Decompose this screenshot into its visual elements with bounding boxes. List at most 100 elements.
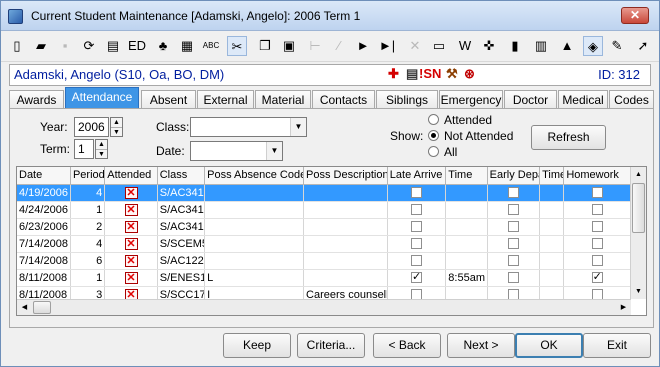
column-header[interactable]: Attended — [104, 167, 158, 185]
table-cell[interactable]: ✕ — [104, 235, 158, 253]
term-spinner[interactable]: ▲ ▼ — [95, 139, 108, 159]
copy-icon[interactable]: ❐ — [255, 36, 275, 56]
table-cell[interactable]: L — [204, 269, 305, 287]
table-cell[interactable] — [563, 184, 631, 202]
column-header[interactable]: Poss Description — [303, 167, 388, 185]
table-cell[interactable]: 6/23/2006 — [17, 218, 71, 236]
table-cell[interactable] — [387, 269, 447, 287]
year-field[interactable]: 2006 — [74, 117, 109, 137]
table-row[interactable]: 4/19/2006 4 ✕ S/AC341 — [17, 184, 631, 202]
radio-circle[interactable] — [428, 114, 439, 125]
table-cell[interactable]: 2 — [70, 218, 106, 236]
table-cell[interactable] — [303, 269, 388, 287]
table-cell[interactable] — [204, 201, 305, 219]
table-cell[interactable] — [539, 252, 565, 270]
late-arrive-checkbox[interactable] — [411, 238, 423, 250]
table-row[interactable]: 6/23/2006 2 ✕ S/AC341 — [17, 218, 631, 236]
column-header[interactable]: Homework — [563, 167, 631, 185]
radio-circle[interactable] — [428, 130, 439, 141]
table-cell[interactable] — [387, 235, 447, 253]
delete-icon[interactable]: ✕ — [405, 36, 425, 56]
cut-icon[interactable]: ✂ — [227, 36, 247, 56]
table-cell[interactable] — [303, 252, 388, 270]
table-cell[interactable]: S/SCEM5 — [157, 235, 206, 253]
table-cell[interactable] — [563, 252, 631, 270]
table-cell[interactable]: 1 — [70, 201, 106, 219]
table-cell[interactable] — [539, 201, 565, 219]
homework-checkbox[interactable] — [591, 187, 603, 199]
early-depart-checkbox[interactable] — [507, 255, 519, 267]
tab-siblings[interactable]: Siblings — [376, 90, 438, 109]
scroll-down-icon[interactable]: ▼ — [631, 284, 646, 299]
table-cell[interactable] — [539, 184, 565, 202]
chevron-down-icon[interactable]: ▼ — [290, 118, 306, 136]
table-cell[interactable] — [445, 184, 488, 202]
tab-contacts[interactable]: Contacts — [312, 90, 375, 109]
edit-icon[interactable]: ✎ — [607, 36, 627, 56]
clipboard-icon[interactable]: ▮ — [505, 36, 525, 56]
table-cell[interactable]: S/AC341 — [157, 218, 206, 236]
table-cell[interactable]: S/AC341 — [157, 184, 206, 202]
barcode-icon[interactable]: ▥ — [531, 36, 551, 56]
table-cell[interactable] — [563, 235, 631, 253]
prev-icon[interactable]: ∕ — [329, 36, 349, 56]
column-header[interactable]: Late Arrive — [387, 167, 447, 185]
table-cell[interactable] — [539, 218, 565, 236]
table-cell[interactable]: S/AC341 — [157, 201, 206, 219]
table-row[interactable]: 4/24/2006 1 ✕ S/AC341 — [17, 201, 631, 219]
homework-checkbox[interactable] — [591, 255, 603, 267]
table-cell[interactable]: 4/19/2006 — [17, 184, 71, 202]
table-row[interactable]: 7/14/2008 4 ✕ S/SCEM5 — [17, 235, 631, 253]
late-arrive-checkbox[interactable] — [411, 187, 423, 199]
spellcheck-icon[interactable]: ABC — [201, 36, 221, 56]
table-cell[interactable] — [539, 235, 565, 253]
table-cell[interactable] — [387, 252, 447, 270]
table-cell[interactable] — [303, 184, 388, 202]
play-icon[interactable]: ► — [353, 36, 373, 56]
criteria-button[interactable]: Criteria... — [297, 333, 365, 358]
new-document-icon[interactable]: ▯ — [7, 36, 27, 56]
table-cell[interactable] — [563, 218, 631, 236]
table-cell[interactable] — [303, 201, 388, 219]
arrow-icon[interactable]: ➚ — [633, 36, 653, 56]
table-cell[interactable] — [487, 184, 541, 202]
year-spinner[interactable]: ▲ ▼ — [110, 117, 123, 137]
spin-down-icon[interactable]: ▼ — [111, 127, 122, 136]
late-arrive-checkbox[interactable] — [411, 270, 423, 284]
radio-circle[interactable] — [428, 146, 439, 157]
spin-up-icon[interactable]: ▲ — [96, 140, 107, 149]
table-cell[interactable] — [204, 252, 305, 270]
table-cell[interactable]: 4/24/2006 — [17, 201, 71, 219]
table-cell[interactable]: 4 — [70, 235, 106, 253]
table-cell[interactable]: ✕ — [104, 252, 158, 270]
early-depart-checkbox[interactable] — [507, 221, 519, 233]
radio-attended[interactable]: Attended — [428, 113, 492, 127]
table-icon[interactable]: ▭ — [429, 36, 449, 56]
early-depart-checkbox[interactable] — [507, 238, 519, 250]
table-cell[interactable] — [487, 269, 541, 287]
table-cell[interactable]: ✕ — [104, 218, 158, 236]
early-depart-checkbox[interactable] — [507, 187, 519, 199]
spin-up-icon[interactable]: ▲ — [111, 118, 122, 127]
stamp-icon[interactable]: ▲ — [557, 36, 577, 56]
refresh-icon[interactable]: ⟳ — [79, 36, 99, 56]
table-cell[interactable]: 7/14/2008 — [17, 235, 71, 253]
alert-badge-icon[interactable]: ⊛ — [464, 66, 475, 82]
table-cell[interactable] — [387, 201, 447, 219]
table-cell[interactable] — [487, 252, 541, 270]
open-folder-icon[interactable]: ▰ — [31, 36, 51, 56]
ok-button[interactable]: OK — [515, 333, 583, 358]
table-cell[interactable] — [487, 201, 541, 219]
scroll-right-icon[interactable]: ▶ — [616, 300, 631, 315]
next-button[interactable]: Next > — [447, 333, 515, 358]
column-header[interactable]: Date — [17, 167, 71, 185]
radio-not-attended[interactable]: Not Attended — [428, 129, 513, 143]
ed-icon[interactable]: ED — [127, 36, 147, 56]
tab-awards[interactable]: Awards — [9, 90, 64, 109]
chevron-down-icon[interactable]: ▼ — [266, 142, 282, 160]
last-icon[interactable]: ►| — [377, 36, 397, 56]
column-header[interactable]: Early Depart — [487, 167, 541, 185]
table-cell[interactable] — [204, 184, 305, 202]
homework-checkbox[interactable] — [591, 270, 603, 284]
word-icon[interactable]: W — [455, 36, 475, 56]
